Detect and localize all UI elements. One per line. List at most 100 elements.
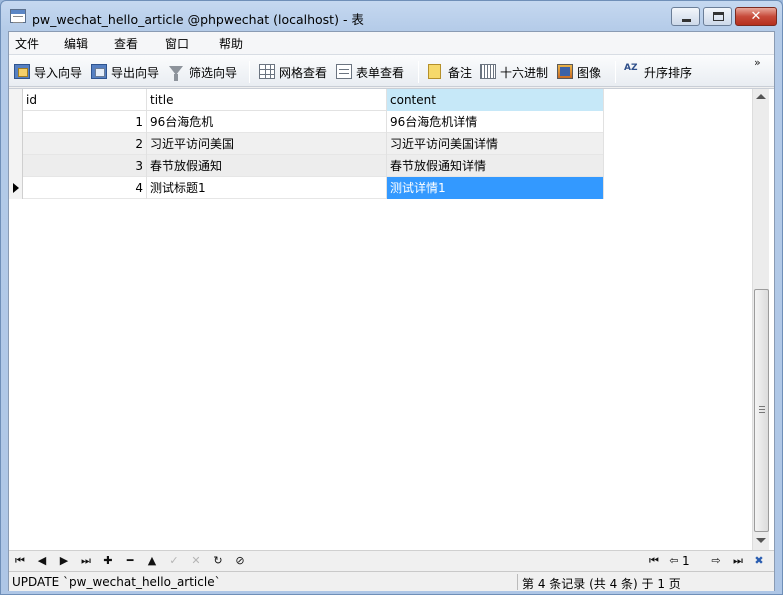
cell-id[interactable]: 3	[23, 155, 147, 177]
column-header-content[interactable]: content	[387, 89, 604, 111]
column-header-title[interactable]: title	[147, 89, 387, 111]
import-wizard-button[interactable]: 导入向导	[14, 63, 86, 81]
table-app-icon	[10, 9, 26, 23]
page-settings-button[interactable]: ✖	[751, 553, 767, 569]
memo-button[interactable]: 备注	[428, 63, 476, 81]
move-up-button[interactable]: ▲	[144, 553, 160, 569]
cell-content[interactable]: 习近平访问美国详情	[387, 133, 604, 155]
row-selector[interactable]	[9, 133, 23, 155]
menu-help[interactable]: 帮助	[219, 35, 243, 52]
cell-title[interactable]: 春节放假通知	[147, 155, 387, 177]
row-selector-header[interactable]	[9, 89, 23, 111]
current-row-pointer-icon	[13, 183, 19, 193]
apply-changes-button[interactable]: ✓	[166, 553, 182, 569]
vertical-scrollbar[interactable]	[752, 89, 769, 551]
refresh-button[interactable]: ↻	[210, 553, 226, 569]
grid-view-button[interactable]: 网格查看	[259, 63, 331, 81]
maximize-button[interactable]	[703, 7, 732, 26]
filter-icon	[169, 66, 183, 81]
cell-title[interactable]: 测试标题1	[147, 177, 387, 199]
table-window: pw_wechat_hello_article @phpwechat (loca…	[0, 0, 783, 595]
menu-bar: 文件 编辑 查看 窗口 帮助	[9, 32, 774, 54]
delete-record-button[interactable]: ━	[122, 553, 138, 569]
export-wizard-label: 导出向导	[111, 66, 160, 80]
cell-content-selected[interactable]: 测试详情1	[387, 177, 604, 199]
import-wizard-label: 导入向导	[34, 66, 83, 80]
row-selector-current[interactable]	[9, 177, 23, 199]
sort-ascending-button[interactable]: AZ 升序排序	[624, 63, 700, 81]
row-selector[interactable]	[9, 111, 23, 133]
export-wizard-button[interactable]: 导出向导	[91, 63, 163, 81]
stop-button[interactable]: ⊘	[232, 553, 248, 569]
image-icon	[557, 64, 573, 79]
last-record-button[interactable]: ⏭	[78, 553, 94, 569]
table-row[interactable]: 1 96台海危机 96台海危机详情	[9, 111, 604, 133]
image-button[interactable]: 图像	[557, 63, 607, 81]
hex-button[interactable]: 十六进制	[480, 63, 552, 81]
status-divider	[517, 574, 518, 590]
menu-file[interactable]: 文件	[15, 35, 39, 52]
first-page-button[interactable]: ⏮	[646, 553, 662, 569]
grid-view-icon	[259, 64, 275, 79]
data-grid[interactable]: id title content 1 96台海危机 96台海危机详情 2 习近平…	[9, 88, 774, 551]
maximize-icon	[713, 12, 724, 21]
sort-ascending-icon: AZ	[624, 63, 638, 73]
page-number-input[interactable]: 1	[682, 554, 690, 568]
cell-title[interactable]: 习近平访问美国	[147, 133, 387, 155]
scroll-down-icon[interactable]	[756, 538, 766, 543]
filter-wizard-label: 筛选向导	[189, 66, 238, 80]
minimize-button[interactable]	[671, 7, 700, 26]
table-row-current[interactable]: 4 测试标题1 测试详情1	[9, 177, 604, 199]
title-bar[interactable]: pw_wechat_hello_article @phpwechat (loca…	[1, 1, 782, 31]
discard-changes-button[interactable]: ✕	[188, 553, 204, 569]
status-record-text: 第 4 条记录 (共 4 条) 于 1 页	[522, 577, 681, 591]
first-record-button[interactable]: ⏮	[12, 553, 28, 569]
grid-view-label: 网格查看	[279, 66, 328, 80]
form-view-icon	[336, 64, 352, 79]
close-button[interactable]: ✕	[735, 7, 777, 26]
scroll-up-icon[interactable]	[756, 94, 766, 99]
toolbar-overflow-button[interactable]: »	[754, 57, 761, 68]
table-row[interactable]: 2 习近平访问美国 习近平访问美国详情	[9, 133, 604, 155]
column-header-id[interactable]: id	[23, 89, 147, 111]
row-selector[interactable]	[9, 155, 23, 177]
grid-header-row: id title content	[9, 89, 604, 111]
minimize-icon	[682, 19, 691, 22]
menu-window[interactable]: 窗口	[165, 35, 189, 52]
next-page-button[interactable]: ⇨	[708, 553, 724, 569]
toolbar-divider	[615, 61, 616, 83]
menu-edit[interactable]: 编辑	[64, 35, 88, 52]
previous-record-button[interactable]: ◀	[34, 553, 50, 569]
import-icon	[14, 64, 30, 79]
cell-title[interactable]: 96台海危机	[147, 111, 387, 133]
memo-icon	[428, 64, 441, 79]
sort-ascending-label: 升序排序	[644, 66, 693, 80]
next-record-button[interactable]: ▶	[56, 553, 72, 569]
grip-icon	[759, 406, 765, 413]
status-bar: UPDATE `pw_wechat_hello_article` 第 4 条记录…	[9, 571, 774, 591]
form-view-button[interactable]: 表单查看	[336, 63, 408, 81]
cell-id[interactable]: 2	[23, 133, 147, 155]
toolbar-divider	[418, 61, 419, 83]
cell-id[interactable]: 4	[23, 177, 147, 199]
add-record-button[interactable]: ✚	[100, 553, 116, 569]
cell-content[interactable]: 96台海危机详情	[387, 111, 604, 133]
form-view-label: 表单查看	[356, 66, 405, 80]
record-navigator: ⏮ ◀ ▶ ⏭ ✚ ━ ▲ ✓ ✕ ↻ ⊘ ⏮ ⇦ 1 ⇨ ⏭ ✖	[9, 550, 774, 571]
scroll-thumb[interactable]	[754, 289, 769, 532]
cell-id[interactable]: 1	[23, 111, 147, 133]
export-icon	[91, 64, 107, 79]
menu-view[interactable]: 查看	[114, 35, 138, 52]
window-title: pw_wechat_hello_article @phpwechat (loca…	[32, 12, 364, 27]
filter-wizard-button[interactable]: 筛选向导	[169, 63, 241, 81]
cell-content[interactable]: 春节放假通知详情	[387, 155, 604, 177]
toolbar-divider	[249, 61, 250, 83]
client-area: 文件 编辑 查看 窗口 帮助 导入向导 导出向导 筛选向导 网格查看 表单查看 …	[8, 31, 775, 591]
hex-icon	[480, 64, 496, 79]
table-row[interactable]: 3 春节放假通知 春节放假通知详情	[9, 155, 604, 177]
memo-label: 备注	[448, 66, 473, 80]
status-sql-text: UPDATE `pw_wechat_hello_article`	[12, 575, 221, 589]
previous-page-button[interactable]: ⇦	[666, 553, 682, 569]
hex-label: 十六进制	[500, 66, 549, 80]
last-page-button[interactable]: ⏭	[730, 553, 746, 569]
